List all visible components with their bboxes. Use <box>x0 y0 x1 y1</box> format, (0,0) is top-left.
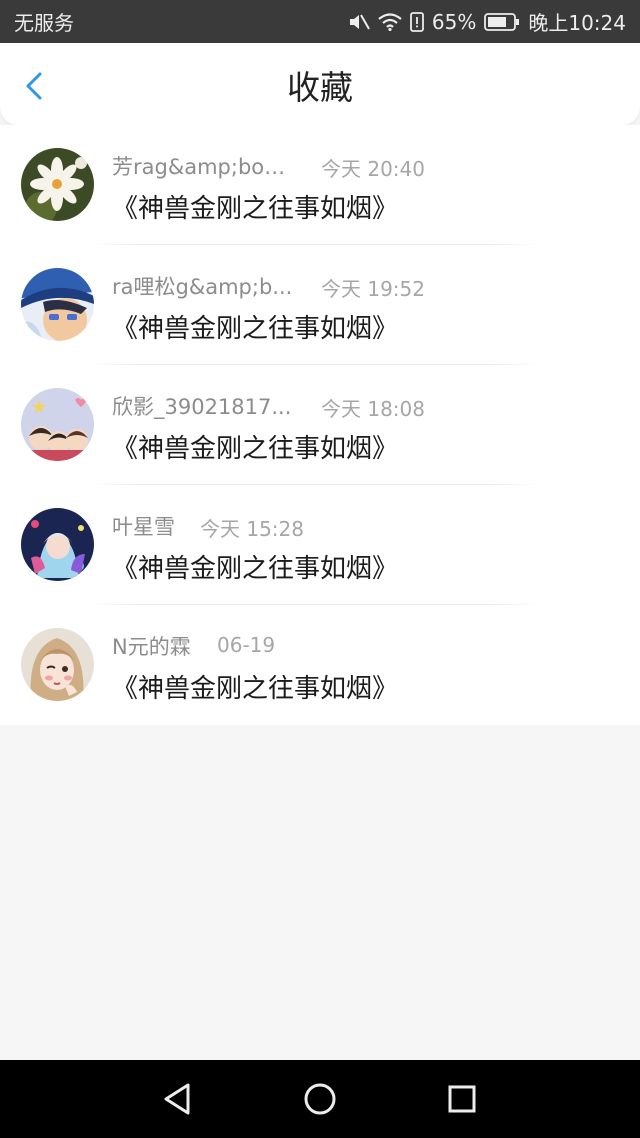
navigation-bar <box>0 1060 640 1138</box>
item-title: 《神兽金刚之往事如烟》 <box>112 314 399 344</box>
user-name: 欣影_39021817... <box>112 395 292 419</box>
mute-icon <box>349 14 370 29</box>
list-item[interactable]: 芳rag&amp;bon... 今天 20:40 《神兽金刚之往事如烟》 <box>0 125 640 245</box>
home-circle-icon[interactable] <box>300 1079 340 1119</box>
item-title: 《神兽金刚之往事如烟》 <box>112 434 399 464</box>
user-name: ra哩松g&amp;b... <box>112 275 293 299</box>
list-item[interactable]: N元的霖 06-19 《神兽金刚之往事如烟》 <box>0 605 640 725</box>
back-triangle-icon[interactable] <box>158 1079 198 1119</box>
carrier-label: 无服务 <box>14 11 74 35</box>
anime-boy-avatar[interactable] <box>21 268 94 341</box>
user-name: 叶星雪 <box>112 515 175 539</box>
header: 收藏 <box>0 43 640 125</box>
list-item[interactable]: 欣影_39021817... 今天 18:08 《神兽金刚之往事如烟》 <box>0 365 640 485</box>
status-bar: 无服务 65% 晚上10:24 <box>0 0 640 43</box>
anime-girl-avatar[interactable] <box>21 508 94 581</box>
status-icons: 65% 晚上10:24 <box>348 7 626 36</box>
clock: 晚上10:24 <box>528 11 626 35</box>
user-name: 芳rag&amp;bon... <box>112 155 297 179</box>
list-item[interactable]: 叶星雪 今天 15:28 《神兽金刚之往事如烟》 <box>0 485 640 605</box>
timestamp: 今天 18:08 <box>321 397 425 421</box>
timestamp: 今天 20:40 <box>321 157 425 181</box>
list-item[interactable]: ra哩松g&amp;b... 今天 19:52 《神兽金刚之往事如烟》 <box>0 245 640 365</box>
user-name: N元的霖 <box>112 635 191 659</box>
cartoon-group-avatar[interactable] <box>21 388 94 461</box>
drawn-girl-avatar[interactable] <box>21 628 94 701</box>
battery-percent: 65% <box>431 9 477 34</box>
item-title: 《神兽金刚之往事如烟》 <box>112 194 399 224</box>
page-title: 收藏 <box>287 68 353 107</box>
battery-icon <box>484 12 520 31</box>
timestamp: 今天 15:28 <box>200 517 304 541</box>
flower-avatar[interactable] <box>21 148 94 221</box>
timestamp: 今天 19:52 <box>321 277 425 301</box>
item-title: 《神兽金刚之往事如烟》 <box>112 554 399 584</box>
sim-alert-icon <box>410 11 424 32</box>
recents-square-icon[interactable] <box>442 1079 482 1119</box>
timestamp: 06-19 <box>217 633 276 657</box>
wifi-icon <box>378 12 402 31</box>
item-title: 《神兽金刚之往事如烟》 <box>112 674 399 704</box>
favorites-list: 芳rag&amp;bon... 今天 20:40 《神兽金刚之往事如烟》 ra哩… <box>0 125 640 725</box>
